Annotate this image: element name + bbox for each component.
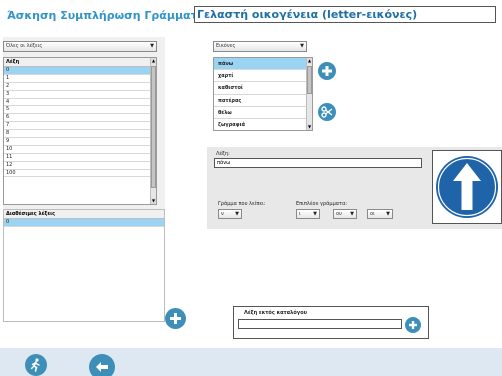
word-list-item[interactable]: 11 (4, 154, 156, 162)
word-list-item[interactable]: 4 (4, 99, 156, 107)
scroll-up-icon[interactable]: ▲ (151, 58, 156, 64)
missing-letter-select[interactable]: ν ▼ (218, 209, 242, 219)
extra-letter-select-1[interactable]: ι ▼ (296, 209, 320, 219)
word-list-item[interactable]: 1 (4, 75, 156, 83)
plus-icon (322, 66, 332, 76)
back-arrow-icon (96, 362, 108, 372)
extra-letters-label: Επιπλέον γράμματα: (296, 201, 348, 207)
chevron-down-icon: ▼ (300, 43, 304, 49)
scroll-up-icon[interactable]: ▲ (307, 58, 312, 64)
scroll-thumb[interactable] (151, 66, 156, 188)
scroll-thumb[interactable] (307, 66, 312, 94)
available-word-item[interactable]: 0 (4, 219, 164, 227)
words-list-header: Λέξη (4, 58, 156, 67)
images-select-value: Εικόνες (216, 43, 236, 49)
word-image (432, 150, 502, 224)
outside-word-box: Λέξη εκτός καταλόγου (233, 306, 429, 339)
image-word-item[interactable]: καθιστοί (214, 82, 312, 95)
words-panel: Όλες οι λέξεις ▼ Λέξη 0 1 2 3 4 5 6 7 8 9 10 11 12 10… (3, 37, 165, 322)
word-list-item[interactable]: 5 (4, 106, 156, 115)
exercise-title-field[interactable]: Γελαστή οικογένεια (letter-εικόνες) (194, 6, 496, 23)
chevron-down-icon: ▼ (150, 43, 154, 49)
word-list-item[interactable]: 10 (4, 146, 156, 154)
running-person-icon (30, 358, 40, 372)
scroll-down-icon[interactable]: ▼ (151, 198, 156, 204)
available-list-header: Διαθέσιμες λέξεις (4, 210, 164, 219)
plus-icon (409, 321, 417, 329)
word-list-item[interactable]: 100 (4, 170, 156, 178)
add-image-word-button[interactable] (318, 62, 336, 80)
back-button[interactable] (89, 354, 115, 376)
outside-word-label: Λέξη εκτός καταλόγου (244, 310, 308, 316)
word-list-item[interactable]: 8 (4, 130, 156, 139)
image-words-list[interactable]: πάνω χαρτί καθιστοί πατέρας θέλω ζωγραφιά ▲ ▼ (213, 57, 313, 131)
available-rows: 0 (4, 219, 164, 227)
word-list-item[interactable]: 3 (4, 91, 156, 99)
extra-letter-select-2[interactable]: ου ▼ (333, 209, 357, 219)
bottom-bar (0, 348, 502, 376)
images-select[interactable]: Εικόνες ▼ (213, 41, 307, 52)
word-field[interactable]: πάνω (214, 158, 422, 168)
word-list-item[interactable]: 9 (4, 138, 156, 146)
image-words-rows: πάνω χαρτί καθιστοί πατέρας θέλω ζωγραφιά (214, 58, 312, 130)
image-word-item[interactable]: πατέρας (214, 95, 312, 107)
remove-image-word-button[interactable] (318, 103, 336, 121)
up-arrow-sign-icon (436, 156, 498, 218)
exit-button[interactable] (25, 354, 47, 376)
word-list-item[interactable]: 12 (4, 162, 156, 170)
image-word-item[interactable]: πάνω (214, 58, 312, 71)
chevron-down-icon: ▼ (235, 211, 239, 217)
image-word-item[interactable]: ζωγραφιά (214, 119, 312, 130)
word-list-item[interactable]: 6 (4, 114, 156, 123)
image-word-item[interactable]: θέλω (214, 107, 312, 119)
missing-letter-value: ν (221, 211, 224, 217)
image-word-item[interactable]: χαρτί (214, 70, 312, 83)
extra-letter-value-3: οι (370, 211, 375, 217)
plus-icon (170, 313, 181, 324)
chevron-down-icon: ▼ (313, 211, 317, 217)
words-rows: 0 1 2 3 4 5 6 7 8 9 10 11 12 100 (4, 67, 156, 178)
words-list[interactable]: Λέξη 0 1 2 3 4 5 6 7 8 9 10 11 12 100 ▲ ▼ (3, 57, 157, 205)
available-words-list[interactable]: Διαθέσιμες λέξεις 0 (3, 209, 165, 322)
word-list-item[interactable]: 0 (4, 67, 156, 75)
missing-letter-label: Γράμμα που λείπει: (218, 201, 266, 207)
add-outside-word-button[interactable] (405, 317, 421, 333)
chevron-down-icon: ▼ (386, 211, 390, 217)
words-scrollbar[interactable]: ▲ ▼ (150, 58, 156, 204)
scroll-down-icon[interactable]: ▼ (307, 124, 312, 130)
word-list-item[interactable]: 2 (4, 83, 156, 91)
exercise-label: Άσκηση Συμπλήρωση Γράμματος: (7, 9, 217, 22)
scissors-icon (321, 106, 333, 118)
extra-letter-select-3[interactable]: οι ▼ (367, 209, 393, 219)
image-words-scrollbar[interactable]: ▲ ▼ (306, 58, 312, 130)
outside-word-field[interactable] (238, 319, 402, 329)
add-word-button[interactable] (165, 308, 186, 329)
chevron-down-icon: ▼ (350, 211, 354, 217)
word-list-item[interactable]: 7 (4, 122, 156, 131)
extra-letter-value-1: ι (299, 211, 301, 217)
extra-letter-value-2: ου (336, 211, 342, 217)
word-filter-select[interactable]: Όλες οι λέξεις ▼ (3, 41, 157, 52)
word-label: Λέξη: (216, 151, 230, 157)
word-filter-value: Όλες οι λέξεις (6, 43, 43, 49)
